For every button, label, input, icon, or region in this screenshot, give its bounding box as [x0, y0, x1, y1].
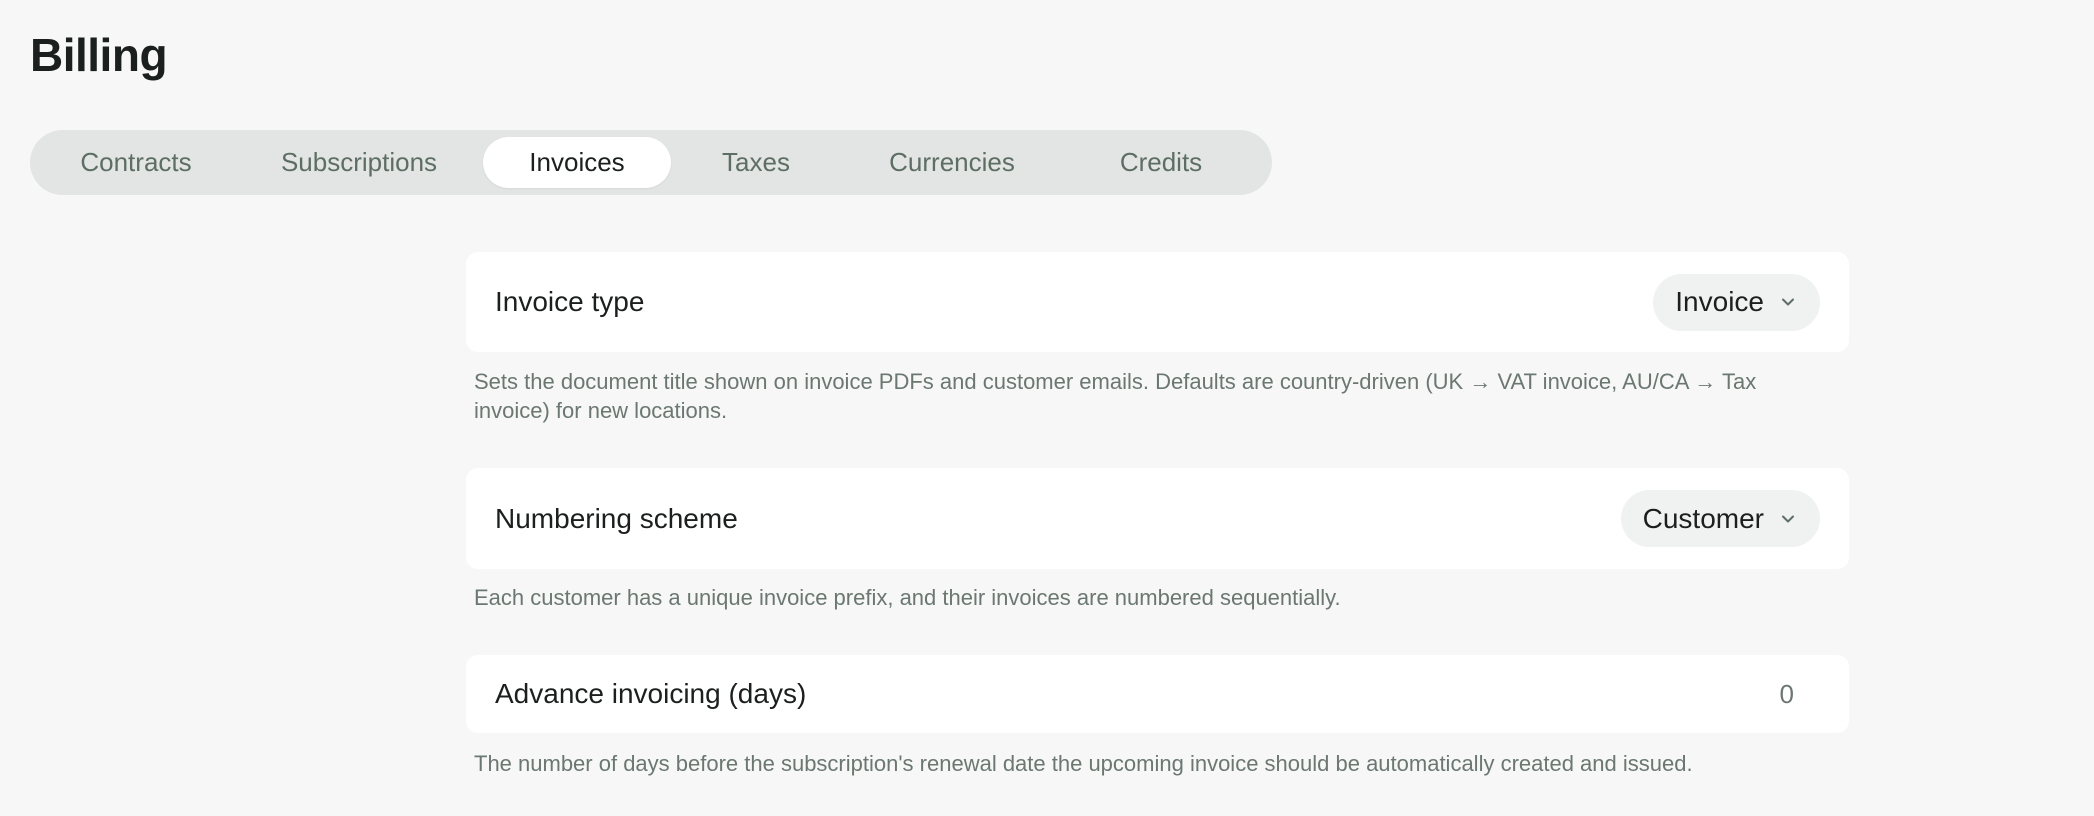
advance-invoicing-input[interactable]: [1730, 669, 1820, 719]
invoice-type-value: Invoice: [1675, 286, 1764, 317]
numbering-scheme-description: Each customer has a unique invoice prefi…: [474, 585, 1341, 610]
billing-tabs: Contracts Subscriptions Invoices Taxes C…: [30, 130, 1272, 195]
invoice-type-label: Invoice type: [495, 286, 645, 317]
numbering-scheme-value: Customer: [1642, 502, 1764, 534]
chevron-down-icon: [1778, 292, 1798, 312]
tab-invoices[interactable]: Invoices: [483, 137, 671, 188]
page-title: Billing: [30, 29, 168, 81]
invoice-type-description: Sets the document title shown on invoice…: [474, 369, 1757, 423]
tab-credits[interactable]: Credits: [1063, 137, 1259, 188]
numbering-scheme-label: Numbering scheme: [495, 502, 738, 534]
invoice-type-card: Invoice type Invoice: [466, 252, 1849, 352]
tab-subscriptions[interactable]: Subscriptions: [235, 137, 483, 188]
billing-page: Billing Contracts Subscriptions Invoices…: [0, 0, 2094, 816]
tab-contracts[interactable]: Contracts: [37, 137, 235, 188]
numbering-scheme-select[interactable]: Customer: [1620, 490, 1820, 547]
numbering-scheme-card: Numbering scheme Customer: [466, 468, 1849, 569]
chevron-down-icon: [1778, 509, 1798, 529]
invoice-type-select[interactable]: Invoice: [1653, 273, 1820, 331]
tab-taxes[interactable]: Taxes: [671, 137, 841, 188]
advance-invoicing-description: The number of days before the subscripti…: [474, 751, 1693, 776]
advance-invoicing-label: Advance invoicing (days): [495, 678, 807, 709]
tab-currencies[interactable]: Currencies: [841, 137, 1063, 188]
advance-invoicing-card: Advance invoicing (days): [466, 655, 1849, 733]
